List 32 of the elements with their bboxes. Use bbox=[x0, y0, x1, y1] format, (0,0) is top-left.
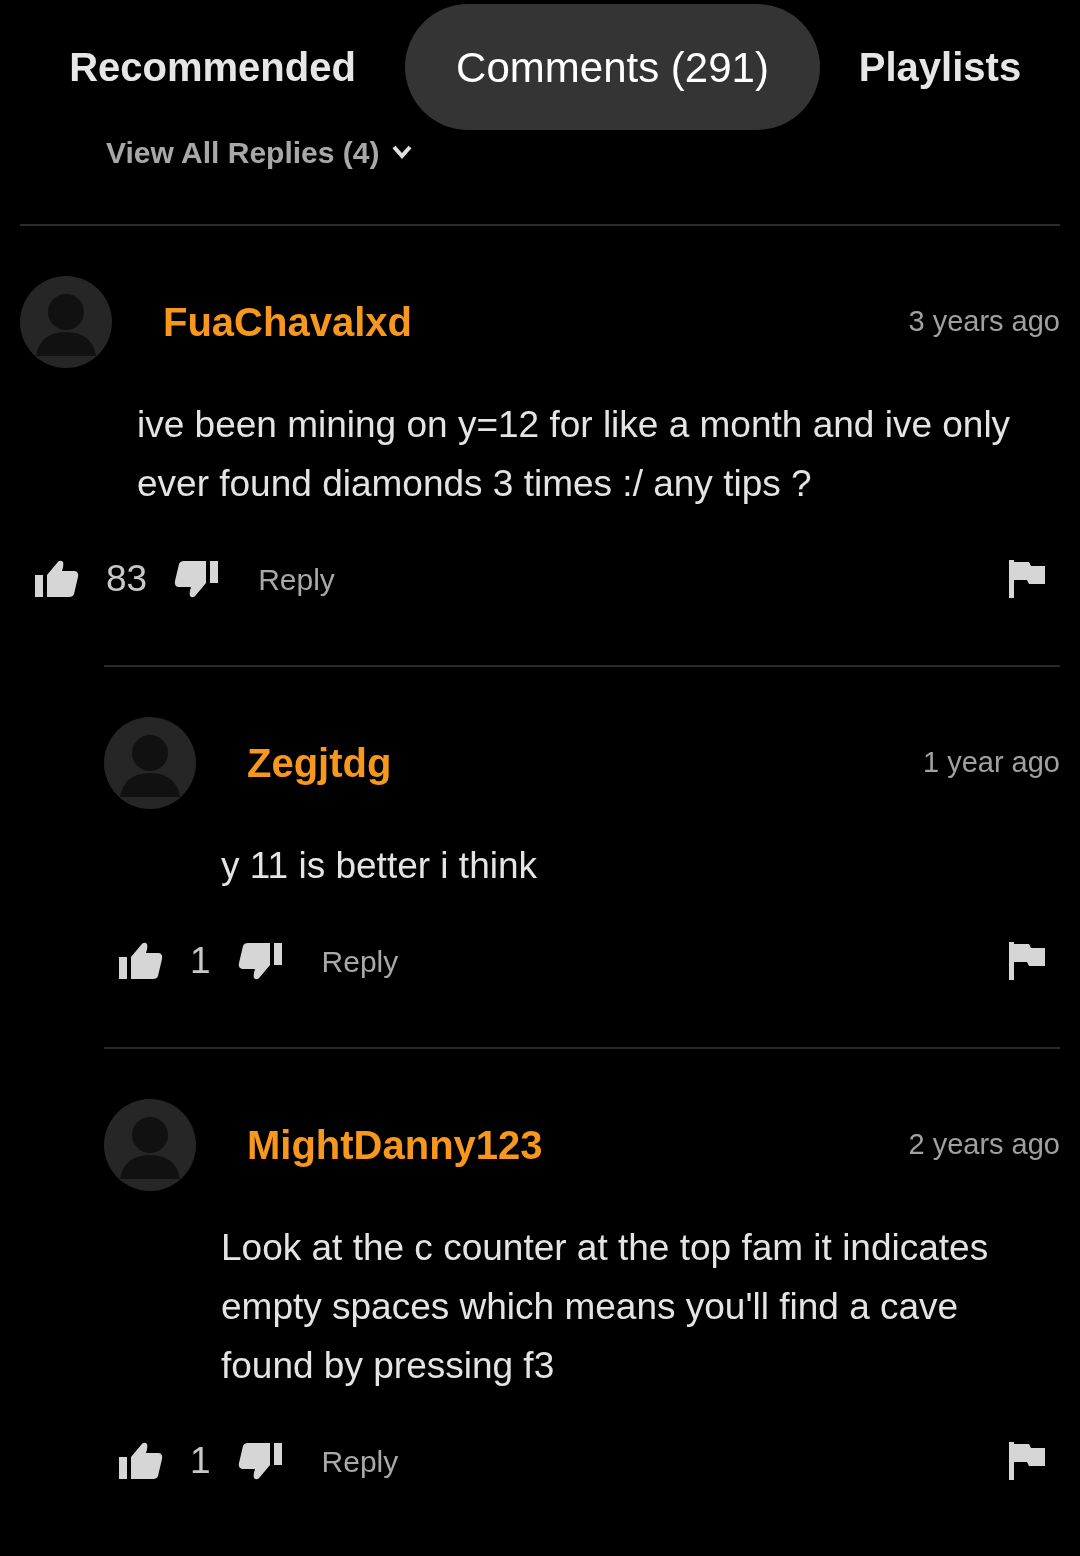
tab[interactable]: Playlists bbox=[820, 4, 1060, 130]
timestamp: 1 year ago bbox=[922, 745, 1060, 781]
thumbs-down-icon[interactable] bbox=[237, 941, 282, 981]
thumbs-down-icon[interactable] bbox=[237, 1441, 282, 1481]
author-name[interactable]: Zegjtdg bbox=[247, 733, 392, 793]
like-count: 1 bbox=[190, 939, 211, 984]
tab[interactable]: Comments (291) bbox=[405, 4, 820, 130]
flag-icon[interactable] bbox=[1009, 1442, 1045, 1480]
author-name[interactable]: MightDanny123 bbox=[247, 1115, 543, 1175]
avatar-icon bbox=[20, 276, 112, 368]
timestamp: 2 years ago bbox=[908, 1127, 1060, 1163]
timestamp: 3 years ago bbox=[908, 304, 1060, 340]
flag-icon[interactable] bbox=[1009, 560, 1045, 598]
reply-link[interactable]: Reply bbox=[321, 938, 399, 984]
comment-text: ive been mining on y=12 for like a month and ive only ever found diamonds 3 times :/ any tips ? bbox=[136, 403, 1012, 506]
chevron-down-icon bbox=[391, 144, 414, 160]
avatar-icon bbox=[104, 1099, 196, 1191]
reply-link[interactable]: Reply bbox=[258, 556, 335, 602]
thumbs-up-icon[interactable] bbox=[35, 559, 79, 599]
flag-icon[interactable] bbox=[1009, 942, 1045, 980]
tab[interactable]: Recommended bbox=[20, 4, 405, 130]
thumbs-up-icon[interactable] bbox=[119, 1441, 163, 1481]
thumbs-down-icon[interactable] bbox=[174, 559, 219, 599]
comment-text: y 11 is better i think bbox=[220, 844, 539, 888]
comment-text: Look at the c counter at the top fam it indicates empty spaces which means you'll find a cave found by pressing f3 bbox=[220, 1226, 990, 1388]
reply-link[interactable]: Reply bbox=[321, 1438, 399, 1484]
thumbs-up-icon[interactable] bbox=[119, 941, 163, 981]
view-replies-link[interactable]: View All Replies (4) bbox=[106, 129, 380, 175]
author-name[interactable]: FuaChavalxd bbox=[163, 292, 412, 352]
avatar-icon bbox=[104, 717, 196, 809]
like-count: 1 bbox=[190, 1439, 211, 1484]
like-count: 83 bbox=[106, 557, 148, 602]
